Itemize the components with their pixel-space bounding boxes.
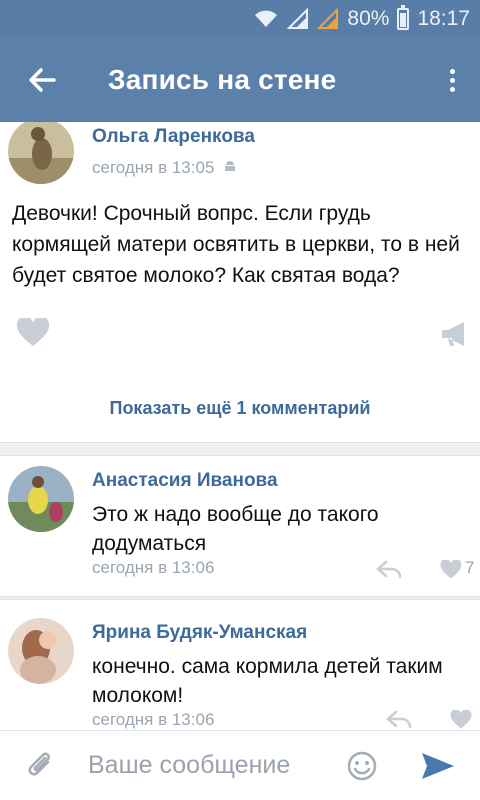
- post-text: Девочки! Срочный вопрс. Если грудь кормя…: [12, 202, 460, 287]
- comment-time: сегодня в 13:06: [92, 710, 215, 729]
- show-more-comments-link[interactable]: Показать ещё 1 комментарий: [0, 398, 480, 419]
- avatar[interactable]: [8, 618, 74, 684]
- post-author[interactable]: Ольга Ларенкова: [92, 126, 255, 148]
- send-icon[interactable]: [420, 751, 456, 781]
- comment-text: конечно. сама кормила детей таким молоко…: [92, 655, 443, 707]
- divider: [0, 442, 480, 456]
- wifi-icon: [255, 10, 278, 27]
- android-icon: [225, 161, 236, 171]
- wall-post-content: Ольга Ларенкова сегодня в 13:05 Девочки!…: [0, 122, 480, 730]
- attach-icon[interactable]: [26, 750, 56, 782]
- divider: [0, 596, 480, 600]
- avatar[interactable]: [8, 466, 74, 532]
- like-count: 7: [465, 558, 475, 577]
- heart-icon[interactable]: [440, 560, 462, 580]
- post-time-text: сегодня в 13:05: [92, 158, 215, 177]
- post-time: сегодня в 13:05: [92, 158, 237, 178]
- comment-time: сегодня в 13:06: [92, 558, 215, 577]
- comment-text: Это ж надо вообще до такого додуматься: [92, 503, 379, 555]
- message-composer: Ваше сообщение: [0, 730, 480, 800]
- battery-percent: 80%: [347, 7, 390, 30]
- status-bar: 80% 18:17: [0, 0, 480, 38]
- reply-icon[interactable]: [376, 560, 402, 578]
- back-arrow-icon[interactable]: [24, 62, 60, 98]
- heart-icon[interactable]: [450, 710, 472, 730]
- battery-icon: [397, 5, 410, 30]
- signal-icon: [317, 8, 339, 29]
- heart-icon[interactable]: [16, 318, 50, 348]
- emoji-icon[interactable]: [346, 750, 378, 782]
- page-title: Запись на стене: [108, 64, 337, 95]
- app-bar: Запись на стене: [0, 38, 480, 122]
- comment-author[interactable]: Ярина Будяк-Уманская: [92, 622, 307, 644]
- avatar[interactable]: [8, 122, 74, 184]
- message-input[interactable]: Ваше сообщение: [88, 751, 290, 780]
- megaphone-icon[interactable]: [440, 320, 470, 348]
- reply-icon[interactable]: [386, 710, 412, 728]
- comment-author[interactable]: Анастасия Иванова: [92, 470, 278, 492]
- status-time: 18:17: [417, 7, 470, 30]
- signal-icon: [287, 8, 309, 29]
- more-vert-icon[interactable]: [444, 62, 460, 98]
